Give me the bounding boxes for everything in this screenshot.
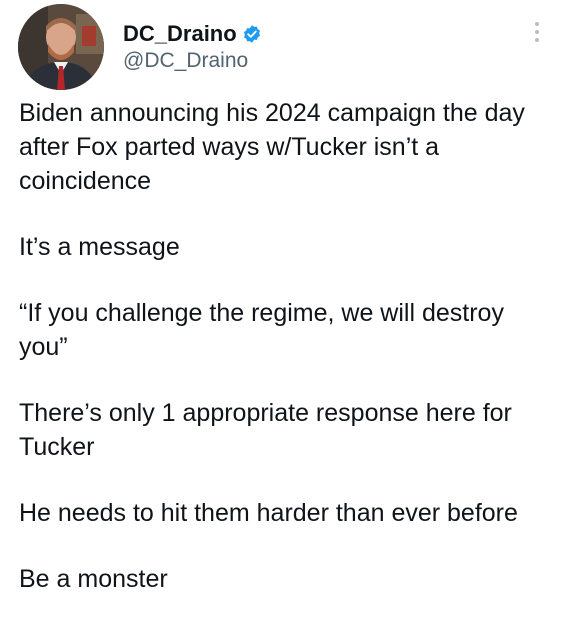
more-options-icon[interactable]: [530, 20, 544, 44]
author-avatar[interactable]: [18, 4, 104, 90]
author-header: DC_Draino @DC_Draino: [123, 20, 262, 73]
display-name-row: DC_Draino: [123, 20, 262, 48]
tweet-paragraph: He needs to hit them harder than ever be…: [19, 499, 518, 527]
tweet-paragraph: Be a monster: [19, 565, 168, 593]
author-handle[interactable]: @DC_Draino: [123, 49, 262, 73]
tweet-paragraph: “If you challenge the regime, we will de…: [19, 299, 504, 361]
display-name[interactable]: DC_Draino: [123, 21, 237, 47]
verified-badge-icon[interactable]: [242, 24, 262, 44]
tweet-paragraph: It’s a message: [19, 233, 180, 261]
tweet-paragraph: Biden announcing his 2024 campaign the d…: [19, 99, 525, 195]
tweet-card: DC_Draino @DC_Draino Biden announcing hi…: [0, 0, 568, 607]
tweet-paragraph: There’s only 1 appropriate response here…: [19, 399, 512, 461]
tweet-text: Biden announcing his 2024 campaign the d…: [19, 96, 549, 628]
